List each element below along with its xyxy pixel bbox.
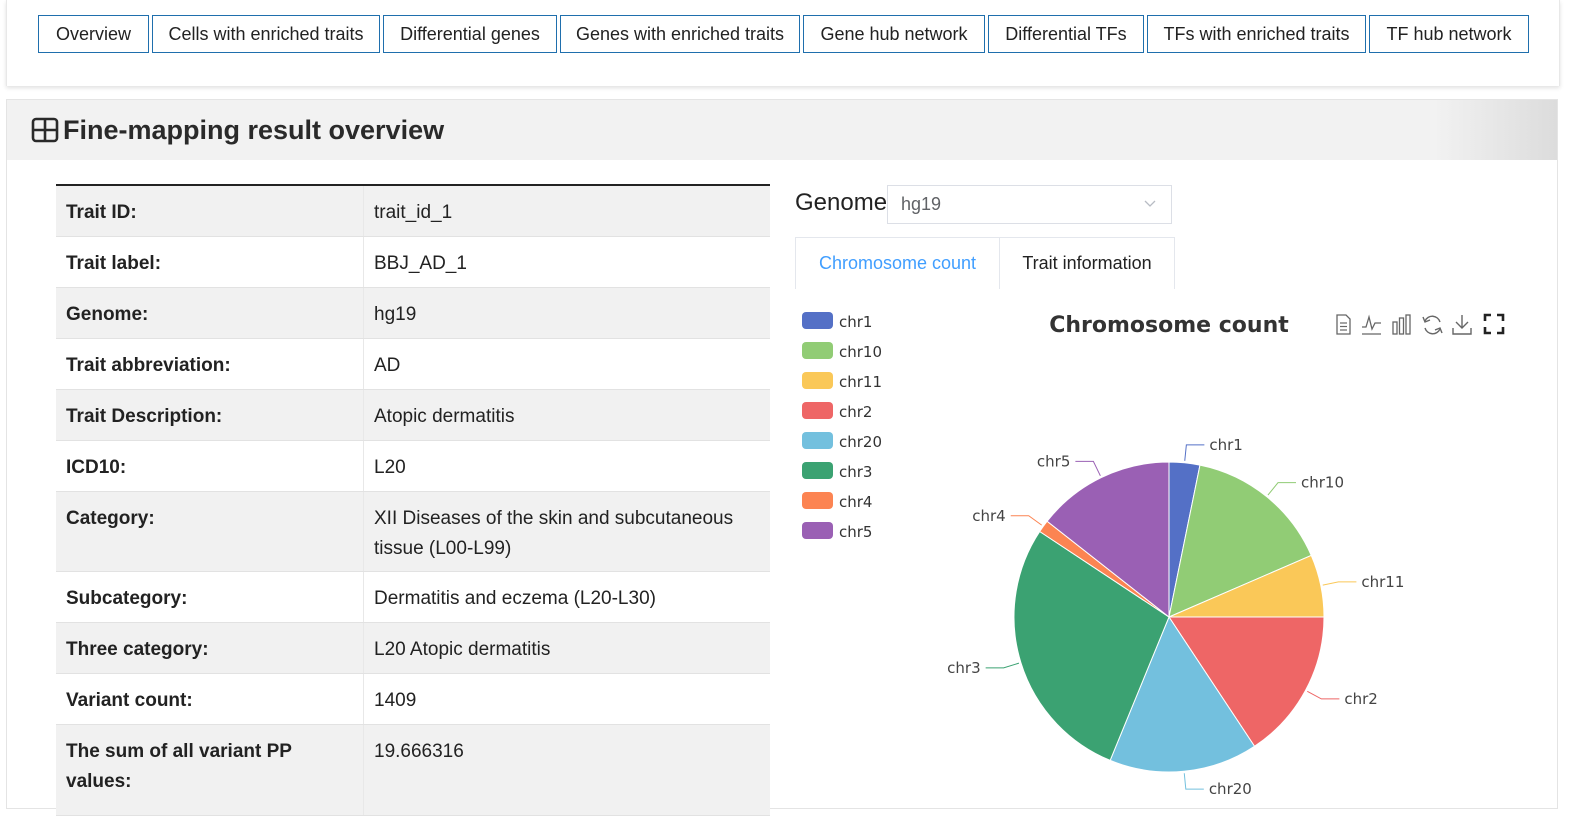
- bar-chart-icon[interactable]: [1392, 314, 1411, 335]
- info-key: Variant count:: [66, 690, 193, 711]
- pie-label-chr10: chr10: [1301, 474, 1344, 492]
- legend-swatch-chr10[interactable]: [802, 342, 833, 359]
- top-nav-bar: Overview Cells with enriched traits Diff…: [6, 0, 1560, 86]
- info-key: Trait Description:: [66, 406, 223, 427]
- info-row: Three category: L20 Atopic dermatitis: [56, 623, 770, 674]
- genome-select-value: hg19: [901, 194, 942, 214]
- trait-info-table: Trait ID: trait_id_1 Trait label: BBJ_AD_1 G…: [56, 184, 770, 816]
- info-key: Three category:: [66, 639, 209, 660]
- pie-label-chr4: chr4: [972, 507, 1005, 525]
- pie-leader-chr4: [1010, 515, 1042, 526]
- info-value: BBJ_AD_1: [363, 237, 770, 287]
- pie-leader-chr5: [1075, 460, 1101, 477]
- info-row: Subcategory: Dermatitis and eczema (L20-L…: [56, 572, 770, 623]
- legend-swatch-chr5[interactable]: [802, 522, 833, 539]
- legend-swatch-chr3[interactable]: [802, 462, 833, 479]
- nav-tab-genes-enriched-traits[interactable]: Genes with enriched traits: [560, 15, 800, 53]
- chromosome-count-chart: Chromosome count chr1chr10chr11chr2chr20…: [802, 312, 1505, 798]
- nav-tab-differential-tfs[interactable]: Differential TFs: [988, 15, 1144, 53]
- fullscreen-icon[interactable]: [1483, 313, 1505, 335]
- chevron-down-icon: [1144, 200, 1156, 207]
- legend-label-chr10[interactable]: chr10: [839, 343, 882, 361]
- restore-icon[interactable]: [1422, 315, 1443, 335]
- info-key: Category:: [66, 508, 155, 529]
- info-value: L20: [363, 441, 770, 491]
- info-row: Trait ID: trait_id_1: [56, 186, 770, 237]
- legend-label-chr1[interactable]: chr1: [839, 313, 872, 331]
- legend-swatch-chr2[interactable]: [802, 402, 833, 419]
- genome-label: Genome:: [795, 189, 894, 216]
- table-grid-icon: [31, 117, 59, 143]
- legend-label-chr4[interactable]: chr4: [839, 493, 872, 511]
- info-value: 19.666316: [363, 725, 770, 815]
- legend-label-chr5[interactable]: chr5: [839, 523, 872, 541]
- legend-swatch-chr11[interactable]: [802, 372, 833, 389]
- legend-label-chr20[interactable]: chr20: [839, 433, 882, 451]
- legend-label-chr3[interactable]: chr3: [839, 463, 872, 481]
- info-value: L20 Atopic dermatitis: [363, 623, 770, 673]
- info-value: 1409: [363, 674, 770, 724]
- info-value: XII Diseases of the skin and subcutaneou…: [363, 492, 770, 571]
- legend-swatch-chr1[interactable]: [802, 312, 833, 329]
- info-row: ICD10: L20: [56, 441, 770, 492]
- pie-leader-chr11: [1322, 581, 1357, 586]
- info-row: Trait Description: Atopic dermatitis: [56, 390, 770, 441]
- chart-title: Chromosome count: [1049, 313, 1289, 338]
- genome-select[interactable]: hg19: [887, 185, 1172, 224]
- pie-leader-chr20: [1183, 773, 1204, 790]
- tab-trait-information[interactable]: Trait information: [1000, 238, 1174, 289]
- info-row: Category: XII Diseases of the skin and su…: [56, 492, 770, 572]
- pie-label-chr2: chr2: [1344, 690, 1377, 708]
- pie-leader-chr2: [1307, 690, 1340, 700]
- pie-leader-chr1: [1184, 444, 1205, 461]
- panel-title: Fine-mapping result overview: [63, 114, 445, 145]
- nav-tab-overview[interactable]: Overview: [38, 15, 149, 53]
- legend-label-chr11[interactable]: chr11: [839, 373, 882, 391]
- info-row: Variant count: 1409: [56, 674, 770, 725]
- info-row: Genome: hg19: [56, 288, 770, 339]
- info-value: AD: [363, 339, 770, 389]
- data-view-icon[interactable]: [1336, 314, 1351, 335]
- chart-tabs: Chromosome count Trait information: [795, 237, 1175, 289]
- pie-label-chr5: chr5: [1037, 452, 1070, 470]
- nav-tab-tf-hub-network[interactable]: TF hub network: [1369, 15, 1529, 53]
- info-key: The sum of all variant PP values:: [66, 741, 292, 792]
- chart-legend: chr1 chr10 chr11 chr2 chr20 chr3 chr4 chr5: [802, 312, 882, 541]
- chart-toolbox: [1336, 313, 1505, 335]
- save-image-icon[interactable]: [1452, 315, 1472, 335]
- info-value: trait_id_1: [363, 186, 770, 236]
- info-key: Trait ID:: [66, 202, 137, 223]
- pie-label-chr3: chr3: [947, 659, 980, 677]
- pie-label-chr11: chr11: [1361, 573, 1404, 591]
- nav-tab-cells-enriched-traits[interactable]: Cells with enriched traits: [152, 15, 380, 53]
- line-chart-icon[interactable]: [1362, 314, 1381, 335]
- info-key: ICD10:: [66, 457, 127, 478]
- info-value: Dermatitis and eczema (L20-L30): [363, 572, 770, 622]
- info-value: hg19: [363, 288, 770, 338]
- info-row: Trait abbreviation: AD: [56, 339, 770, 390]
- info-value: Atopic dermatitis: [363, 390, 770, 440]
- pie-label-chr1: chr1: [1209, 436, 1242, 454]
- pie-slices: [1013, 461, 1325, 773]
- panel-header: Fine-mapping result overview: [7, 100, 1557, 160]
- tab-chromosome-count[interactable]: Chromosome count: [796, 238, 1000, 289]
- legend-label-chr2[interactable]: chr2: [839, 403, 872, 421]
- info-row: The sum of all variant PP values: 19.6663…: [56, 725, 770, 816]
- info-key: Genome:: [66, 304, 149, 325]
- nav-tab-gene-hub-network[interactable]: Gene hub network: [803, 15, 985, 53]
- info-key: Trait abbreviation:: [66, 355, 231, 376]
- info-key: Subcategory:: [66, 588, 188, 609]
- pie-leader-chr10: [1267, 482, 1297, 496]
- nav-tab-differential-genes[interactable]: Differential genes: [383, 15, 557, 53]
- info-key: Trait label:: [66, 253, 162, 274]
- pie-leader-chr3: [985, 662, 1020, 669]
- legend-swatch-chr20[interactable]: [802, 432, 833, 449]
- legend-swatch-chr4[interactable]: [802, 492, 833, 509]
- pie-label-chr20: chr20: [1209, 780, 1252, 798]
- nav-tab-tfs-enriched-traits[interactable]: TFs with enriched traits: [1147, 15, 1366, 53]
- info-row: Trait label: BBJ_AD_1: [56, 237, 770, 288]
